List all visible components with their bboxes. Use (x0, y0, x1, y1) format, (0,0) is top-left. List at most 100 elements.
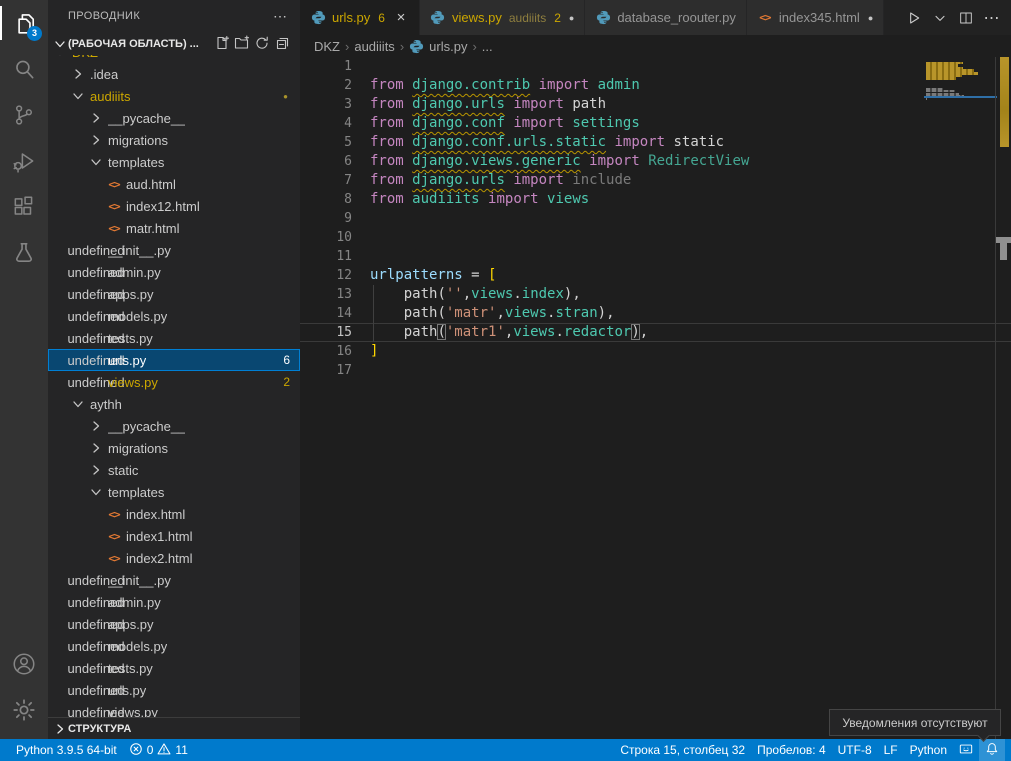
new-file-icon[interactable] (212, 33, 232, 53)
tabs: urls.py6×views.pyaudiiits2●database_roou… (300, 0, 884, 35)
tree-item-admin.py[interactable]: undefinedadmin.py (48, 591, 300, 613)
py-file-icon: undefined (88, 330, 104, 346)
py-file-icon: undefined (88, 374, 104, 390)
status-language-mode[interactable]: Python (904, 739, 953, 761)
status-feedback[interactable] (953, 739, 979, 761)
tree-item-label: __init__.py (108, 243, 171, 258)
tree-item-admin.py[interactable]: undefinedadmin.py (48, 261, 300, 283)
tab-label: index345.html (779, 10, 860, 25)
file-tree-viewport: DKZ●.ideaaudiiits●__pycache__migrationst… (48, 55, 300, 717)
split-editor-button[interactable] (955, 7, 977, 29)
workspace-header[interactable]: (РАБОЧАЯ ОБЛАСТЬ) ... (48, 32, 300, 55)
tree-item-apps.py[interactable]: undefinedapps.py (48, 283, 300, 305)
breadcrumb-item-audiiits[interactable]: audiiits (354, 39, 394, 54)
new-folder-icon[interactable] (232, 33, 252, 53)
tree-item-aythh[interactable]: aythh (48, 393, 300, 415)
tree-item-matr.html[interactable]: <>matr.html (48, 217, 300, 239)
tree-item-apps.py[interactable]: undefinedapps.py (48, 613, 300, 635)
more-actions-button[interactable]: ⋯ (981, 7, 1003, 29)
tree-item-models.py[interactable]: undefinedmodels.py (48, 305, 300, 327)
tree-item-views.py[interactable]: undefinedviews.py2 (48, 371, 300, 393)
tree-item-models.py[interactable]: undefinedmodels.py (48, 635, 300, 657)
line-number: 9 (300, 209, 352, 228)
breadcrumb-item-label: audiiits (354, 39, 394, 54)
chevron-right-icon (70, 66, 86, 82)
tree-item-aud.html[interactable]: <>aud.html (48, 173, 300, 195)
outline-label: СТРУКТУРА (68, 723, 131, 735)
status-python-interpreter[interactable]: Python 3.9.5 64-bit (10, 739, 123, 761)
chevron-down-icon (52, 36, 68, 52)
chevron-right-icon (88, 110, 104, 126)
sidebar-more-actions-icon[interactable]: ⋯ (273, 8, 288, 25)
file-tree: DKZ●.ideaaudiiits●__pycache__migrationst… (48, 55, 300, 717)
tree-item-static[interactable]: static (48, 459, 300, 481)
breadcrumb-item-urls.py[interactable]: urls.py (409, 39, 467, 54)
python-file-icon (595, 10, 611, 26)
tree-item-label: index2.html (126, 551, 192, 566)
tree-item-label: urls.py (108, 683, 146, 698)
tab-urls.py[interactable]: urls.py6× (300, 0, 420, 35)
tree-item-migrations[interactable]: migrations (48, 129, 300, 151)
tree-item-label: tests.py (108, 661, 153, 676)
chevron-down-icon (70, 396, 86, 412)
activity-item-run-debug[interactable] (0, 138, 48, 184)
html-file-icon: <> (106, 176, 122, 192)
activity-item-settings[interactable] (0, 687, 48, 733)
tree-item-tests.py[interactable]: undefinedtests.py (48, 657, 300, 679)
breadcrumb-item-DKZ[interactable]: DKZ (314, 39, 340, 54)
activity-item-extensions[interactable] (0, 184, 48, 230)
tree-item-label: __init__.py (108, 573, 171, 588)
activity-item-source-control[interactable] (0, 92, 48, 138)
tab-views.py[interactable]: views.pyaudiiits2● (420, 0, 585, 35)
activity-item-account[interactable] (0, 641, 48, 687)
chevron-down-icon (88, 154, 104, 170)
tree-item-DKZ[interactable]: DKZ● (48, 55, 300, 63)
status-problems[interactable]: 011 (123, 739, 194, 761)
code-line-6: 6from django.views.generic import Redire… (300, 152, 1011, 171)
tree-item-index12.html[interactable]: <>index12.html (48, 195, 300, 217)
tree-item-index1.html[interactable]: <>index1.html (48, 525, 300, 547)
tree-item-index2.html[interactable]: <>index2.html (48, 547, 300, 569)
tree-item-templates[interactable]: templates (48, 151, 300, 173)
refresh-icon[interactable] (252, 33, 272, 53)
tree-item-label: matr.html (126, 221, 179, 236)
tree-item-urls.py[interactable]: undefinedurls.py (48, 679, 300, 701)
code-line-12: 12urlpatterns = [ (300, 266, 1011, 285)
notifications-tooltip: Уведомления отсутствуют (829, 709, 1001, 736)
tree-item-urls.py[interactable]: undefinedurls.py6 (48, 349, 300, 371)
tree-item-__init__.py[interactable]: undefined__init__.py (48, 569, 300, 591)
activity-item-search[interactable] (0, 46, 48, 92)
tree-item-index.html[interactable]: <>index.html (48, 503, 300, 525)
close-icon[interactable]: × (393, 9, 409, 26)
activity-item-explorer[interactable]: 3 (0, 0, 48, 46)
activity-item-testing[interactable] (0, 230, 48, 276)
outline-section-header[interactable]: СТРУКТУРА (48, 717, 300, 739)
editor-group: urls.py6×views.pyaudiiits2●database_roou… (300, 0, 1011, 739)
tree-item-label: admin.py (108, 595, 161, 610)
status-notifications[interactable] (979, 739, 1005, 761)
tree-item-migrations[interactable]: migrations (48, 437, 300, 459)
code-editor[interactable]: 12from django.contrib import admin3from … (300, 57, 1011, 739)
status-encoding[interactable]: UTF-8 (832, 739, 878, 761)
collapse-all-icon[interactable] (272, 33, 292, 53)
status-eol[interactable]: LF (878, 739, 904, 761)
status-indentation[interactable]: Пробелов: 4 (751, 739, 832, 761)
tree-item-__pycache__[interactable]: __pycache__ (48, 415, 300, 437)
tree-item-views.py[interactable]: undefinedviews.py (48, 701, 300, 717)
tab-index345.html[interactable]: <>index345.html● (747, 0, 884, 35)
line-number: 3 (300, 95, 352, 114)
tab-database_roouter.py[interactable]: database_roouter.py (585, 0, 747, 35)
breadcrumb-item-...[interactable]: ... (482, 39, 493, 54)
tree-item-__init__.py[interactable]: undefined__init__.py (48, 239, 300, 261)
run-dropdown-button[interactable] (929, 7, 951, 29)
workspace-actions (212, 33, 292, 54)
tree-item-audiiits[interactable]: audiiits● (48, 85, 300, 107)
python-file-icon (310, 10, 326, 26)
run-button[interactable] (903, 7, 925, 29)
tree-item-tests.py[interactable]: undefinedtests.py (48, 327, 300, 349)
tree-item-__pycache__[interactable]: __pycache__ (48, 107, 300, 129)
status-cursor-position[interactable]: Строка 15, столбец 32 (614, 739, 751, 761)
tree-item-templates[interactable]: templates (48, 481, 300, 503)
chevron-right-icon (88, 462, 104, 478)
tree-item-.idea[interactable]: .idea (48, 63, 300, 85)
